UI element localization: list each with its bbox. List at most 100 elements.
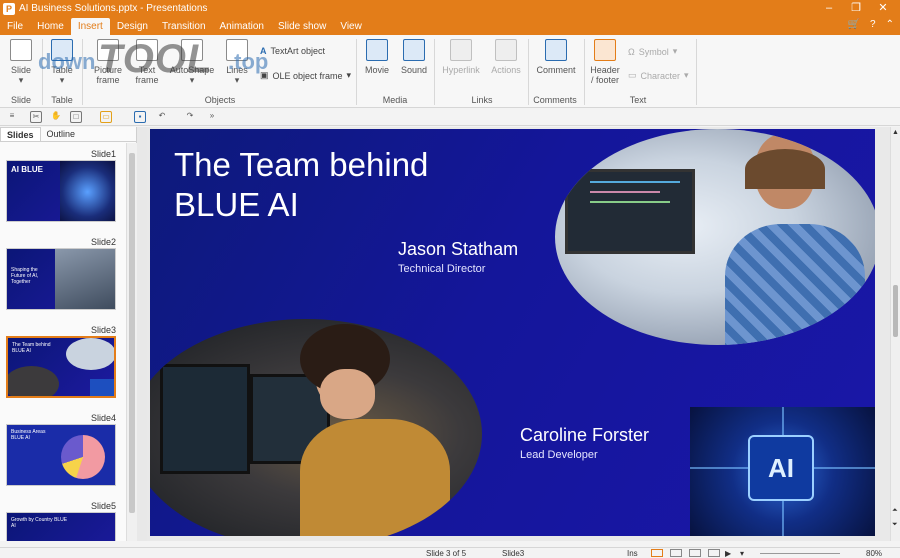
photo-developer-female[interactable] (150, 319, 482, 536)
person1-name[interactable]: Jason Statham (398, 239, 518, 260)
cart-icon[interactable]: 🛒 (848, 19, 860, 30)
actions-icon (495, 39, 517, 61)
comment-icon (545, 39, 567, 61)
thumbnail-image: Shaping the Future of AI, Together (6, 248, 116, 310)
menu-design[interactable]: Design (110, 18, 155, 35)
watermark-center: TOOL (98, 37, 213, 81)
close-icon[interactable]: ✕ (872, 0, 894, 17)
zoom-slider[interactable] (760, 553, 840, 554)
thumbnail-oval (66, 338, 114, 370)
slideshow-icon[interactable]: ▶ (725, 549, 731, 558)
view-notes-icon[interactable] (689, 549, 701, 557)
person1-role[interactable]: Technical Director (398, 263, 485, 275)
menu-home[interactable]: Home (30, 18, 71, 35)
ribbon-separator (356, 39, 357, 105)
app-icon: P (3, 2, 15, 15)
redo-icon[interactable]: ↷ (184, 111, 196, 123)
header-footer-button[interactable]: Header / footer (588, 39, 622, 85)
thumbnail-image: Business Areas BLUE AI (6, 424, 116, 486)
cut-icon[interactable]: ✂ (30, 111, 42, 123)
character-button[interactable]: ▭ Character ▾ (628, 70, 689, 81)
status-bar: Slide 3 of 5 Slide3 Ins ▶ ▾ 80% (0, 547, 900, 558)
code-line (590, 201, 670, 203)
menu-insert[interactable]: Insert (70, 18, 110, 35)
slide-icon (10, 39, 32, 61)
menu-view[interactable]: View (333, 18, 369, 35)
scrollbar-thumb[interactable] (893, 285, 898, 337)
movie-button[interactable]: Movie (362, 39, 392, 75)
new-file-icon[interactable]: □ (70, 111, 82, 123)
hyperlink-button[interactable]: Hyperlink (440, 39, 482, 75)
quick-access-toolbar: ≡ ✂ ✋ □ ▭ ▪ ↶ ↷ » (0, 108, 900, 126)
slide-title[interactable]: The Team behind BLUE AI (174, 145, 428, 225)
thumbnail-slide2[interactable]: Slide2 Shaping the Future of AI, Togethe… (6, 237, 116, 310)
thumbnail-slide5[interactable]: Slide5 Growth by Country BLUE AI (6, 501, 116, 541)
group-objects-label: Objects (204, 95, 236, 105)
textart-button[interactable]: A TextArt object (260, 46, 325, 56)
thumbnail-slide3[interactable]: Slide3 The Team behind BLUE AI (6, 325, 116, 398)
zoom-level: 80% (866, 549, 883, 558)
group-links-label: Links (471, 95, 493, 105)
next-page-icon[interactable]: ⏷ (892, 521, 898, 529)
person2-role[interactable]: Lead Developer (520, 449, 598, 461)
slides-panel: Slides Outline Slide1 AI BLUE Slide2 Sha… (0, 127, 137, 541)
menu-transition[interactable]: Transition (155, 18, 213, 35)
symbol-icon: Ω (628, 46, 635, 57)
menu-file[interactable]: File (0, 18, 30, 35)
editor-scrollbar[interactable]: ▲ ⏶ ⏷ (890, 127, 900, 541)
zoom-dropdown-icon[interactable]: ▾ (740, 549, 744, 558)
symbol-button[interactable]: Ω Symbol ▾ (628, 46, 677, 57)
scroll-up-icon[interactable]: ▲ (892, 129, 899, 136)
pane-splitter[interactable] (137, 127, 147, 541)
view-handout-icon[interactable] (708, 549, 720, 557)
ribbon-separator (434, 39, 435, 105)
actions-button[interactable]: Actions (488, 39, 524, 75)
slide-canvas[interactable]: The Team behind BLUE AI Jason Statham Te… (150, 129, 875, 536)
thumbnail-list: Slide1 AI BLUE Slide2 Shaping the Future… (0, 143, 125, 541)
sound-button[interactable]: Sound (400, 39, 428, 75)
ai-chip: AI (748, 435, 814, 501)
tab-slides[interactable]: Slides (0, 127, 41, 141)
restore-icon[interactable]: ❐ (845, 0, 867, 17)
menu-slide-show[interactable]: Slide show (271, 18, 333, 35)
thumbnail-slide4[interactable]: Slide4 Business Areas BLUE AI (6, 413, 116, 486)
thumbnail-slide1[interactable]: Slide1 AI BLUE (6, 149, 116, 222)
thumbnail-pie (61, 435, 105, 479)
overflow-icon[interactable]: » (206, 111, 218, 123)
slide-button[interactable]: Slide ▾ (6, 39, 36, 85)
photo-developer-male[interactable] (555, 129, 875, 345)
watermark-left: down (38, 49, 96, 74)
comment-button[interactable]: Comment (534, 39, 578, 75)
slide-editor: The Team behind BLUE AI Jason Statham Te… (147, 127, 890, 541)
thumbnail-photo (55, 249, 115, 309)
panel-scrollbar[interactable] (126, 143, 137, 541)
prev-page-icon[interactable]: ⏶ (892, 507, 898, 515)
panel-tabs: Slides Outline (0, 127, 136, 142)
scrollbar-thumb[interactable] (129, 153, 135, 513)
person-hair (745, 149, 825, 189)
tab-outline[interactable]: Outline (41, 127, 82, 141)
code-line (590, 191, 660, 193)
minimize-icon[interactable]: – (818, 0, 840, 17)
menu-lines-icon[interactable]: ≡ (6, 111, 18, 123)
monitor-graphic (160, 364, 250, 474)
view-normal-icon[interactable] (651, 549, 663, 557)
ai-chip-image[interactable]: AI (690, 407, 875, 536)
hand-icon[interactable]: ✋ (50, 111, 62, 123)
status-slide-position: Slide 3 of 5 (426, 549, 467, 558)
save-icon[interactable]: ▪ (134, 111, 146, 123)
person-face (320, 369, 375, 419)
menu-bar: File Home Insert Design Transition Anima… (0, 17, 900, 35)
help-icon[interactable]: ? (870, 19, 876, 30)
ribbon-collapse-icon[interactable]: ⌃ (886, 19, 894, 30)
undo-icon[interactable]: ↶ (156, 111, 168, 123)
menu-animation[interactable]: Animation (213, 18, 271, 35)
app-window: P AI Business Solutions.pptx - Presentat… (0, 0, 900, 558)
status-insert-mode[interactable]: Ins (627, 549, 638, 558)
code-line (590, 181, 680, 183)
open-folder-icon[interactable]: ▭ (100, 111, 112, 123)
ole-object-button[interactable]: ▣ OLE object frame ▾ (260, 70, 351, 81)
view-sorter-icon[interactable] (670, 549, 682, 557)
person2-name[interactable]: Caroline Forster (520, 425, 649, 446)
ribbon-separator (584, 39, 585, 105)
